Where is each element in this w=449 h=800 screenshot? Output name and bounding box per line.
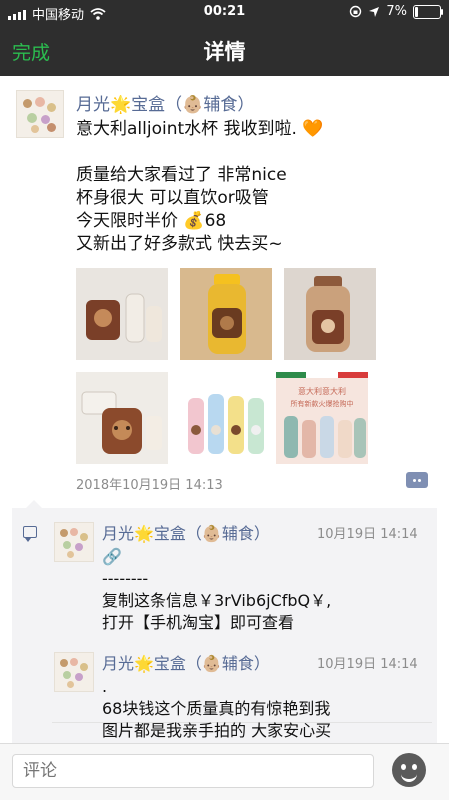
page-title: 详情 [203, 40, 246, 64]
comment-author-name[interactable]: 月光🌟宝盒（👶🏼辅食） [102, 650, 270, 674]
comment-avatar[interactable] [54, 522, 94, 562]
post-photo-4[interactable] [76, 372, 168, 464]
location-icon [369, 6, 380, 17]
comment-avatar[interactable] [54, 652, 94, 692]
post-photo-2[interactable] [180, 268, 272, 360]
photo-overlay-line-1: 意大利意大利 [298, 386, 346, 396]
post-photo-3[interactable] [284, 268, 376, 360]
comment-time: 10月19日 14:14 [317, 657, 418, 672]
emoji-button[interactable] [392, 753, 426, 787]
comments-section: 月光🌟宝盒（👶🏼辅食） 10月19日 14:14 🔗 -------- 复制这条… [12, 500, 437, 744]
post-photo-1[interactable] [76, 268, 168, 360]
post-timestamp: 2018年10月19日 14:13 [76, 478, 223, 493]
comment-icon [23, 526, 37, 542]
emoji-eye [412, 764, 417, 770]
status-bar: 中国移动 00:21 7% [0, 0, 449, 24]
rotation-lock-icon [350, 5, 362, 18]
more-actions-button[interactable] [406, 472, 428, 488]
battery-icon [413, 4, 443, 19]
comment-time: 10月19日 14:14 [317, 527, 418, 542]
moment-detail: 月光🌟宝盒（👶🏼辅食） 意大利alljoint水杯 我收到啦. 🧡 质量给大家看… [0, 76, 449, 744]
post-text: 意大利alljoint水杯 我收到啦. 🧡 质量给大家看过了 非常nice 杯身… [76, 119, 324, 254]
navigation-bar: 完成 详情 [0, 24, 449, 76]
comment-input[interactable] [12, 754, 374, 788]
emoji-icon [401, 764, 406, 770]
comment-text: . 68块钱这个质量真的有惊艳到我 图片都是我亲手拍的 大家安心买 [102, 677, 332, 740]
emoji-mouth [401, 771, 417, 782]
comment-bar [0, 743, 449, 800]
post-photo-5[interactable] [180, 372, 272, 464]
photo-overlay-line-2: 所有新款火爆抢购中 [291, 399, 354, 408]
author-avatar[interactable] [16, 90, 64, 138]
comment-text: 🔗 -------- 复制这条信息￥3rVib6jCfbQ￥, 打开【手机淘宝】… [102, 547, 332, 632]
comment-author-name[interactable]: 月光🌟宝盒（👶🏼辅食） [102, 520, 270, 544]
post-author-name[interactable]: 月光🌟宝盒（👶🏼辅食） [76, 90, 254, 115]
post-photo-6[interactable]: 意大利意大利 所有新款火爆抢购中 [276, 372, 368, 464]
battery-percent: 7% [386, 4, 407, 19]
